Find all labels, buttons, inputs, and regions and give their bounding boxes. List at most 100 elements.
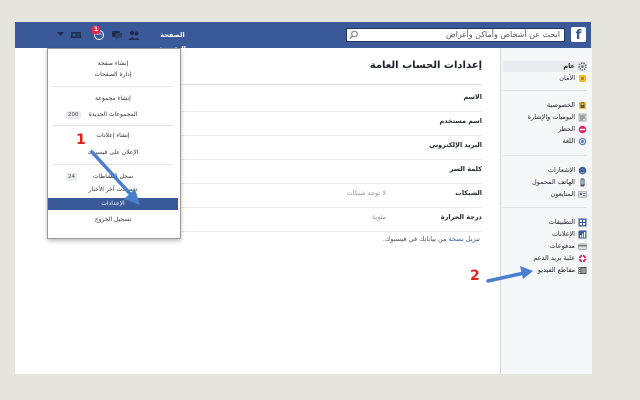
menu-item-label: إنشاء مجموعة: [95, 95, 131, 102]
sidebar-item-ads[interactable]: الإعلانات: [503, 229, 587, 240]
sidebar-item-security[interactable]: الأمان: [503, 73, 587, 84]
menu-item-label: الإعلان على فيسبوك: [87, 149, 139, 156]
row-label: الاسم: [463, 93, 482, 101]
download-copy-suffix: من بياناتك في فيسبوك.: [382, 235, 447, 243]
settings-row-username[interactable]: اسم مستخدم: [181, 111, 482, 136]
security-badge-icon: [579, 75, 586, 82]
menu-item-manage-pages[interactable]: إدارة الصفحات: [47, 70, 179, 80]
menu-item-create-page[interactable]: إنشاء صفحة: [47, 59, 179, 69]
settings-row-networks[interactable]: الشبكات لا توجد شبكات: [181, 183, 482, 208]
menu-item-label: سجل النشاطات: [92, 173, 134, 180]
timeline-tagging-icon: [578, 113, 587, 122]
language-globe-icon: [578, 137, 587, 146]
annotation-step-1: 1: [76, 132, 86, 148]
row-value: مئوية: [371, 213, 386, 221]
settings-row-temperature[interactable]: درجة الحرارة مئوية: [181, 207, 482, 232]
sidebar-item-label: مدفوعات: [549, 242, 575, 250]
row-value: لا توجد شبكات: [346, 189, 386, 197]
apps-icon: [578, 218, 587, 227]
menu-item-create-ads[interactable]: إنشاء إعلانات: [47, 131, 179, 141]
sidebar-item-language[interactable]: اللغة: [503, 136, 587, 147]
sidebar-item-videos[interactable]: مقاطع الفيديو: [503, 265, 587, 276]
search-input[interactable]: ابحث عن أشخاص وأماكن وأغراض: [346, 28, 565, 42]
settings-row-password[interactable]: كلمة السر: [181, 159, 482, 184]
sidebar-divider: [503, 207, 587, 208]
settings-row-email[interactable]: البريد الإلكتروني: [181, 135, 482, 160]
friends-icon[interactable]: [128, 29, 140, 41]
sidebar-divider: [503, 155, 587, 156]
menu-divider: [53, 164, 173, 165]
sidebar-item-label: الإعلانات: [551, 230, 575, 238]
sidebar-item-privacy[interactable]: الخصوصية: [503, 100, 587, 111]
sidebar-item-label: اللغة: [562, 137, 575, 145]
mobile-icon: [580, 178, 585, 187]
menu-item-label: تفضيلات آخر الأخبار: [88, 186, 138, 193]
gear-icon: [578, 62, 587, 71]
blocking-icon: [578, 125, 587, 134]
download-copy-link[interactable]: تنزيل نسخة: [449, 235, 480, 243]
menu-item-label: المجموعات الجديدة: [88, 111, 138, 118]
menu-item-label: إدارة الصفحات: [94, 71, 132, 78]
menu-item-label: إنشاء إعلانات: [96, 132, 130, 139]
sidebar-item-label: الخصوصية: [547, 101, 575, 109]
sidebar-item-support-inbox[interactable]: علبة بريد الدعم: [503, 253, 587, 264]
title-divider: [181, 84, 482, 85]
sidebar-item-label: علبة بريد الدعم: [533, 254, 575, 262]
count-badge: 200: [66, 111, 81, 119]
row-label: اسم مستخدم: [439, 117, 482, 125]
row-label: البريد الإلكتروني: [429, 141, 482, 149]
sidebar-item-label: المتابعون: [550, 190, 575, 198]
menu-item-news-feed-preferences[interactable]: تفضيلات آخر الأخبار: [47, 185, 179, 195]
sidebar-item-blocking[interactable]: الحظر: [503, 124, 587, 135]
menu-item-advertise-on-facebook[interactable]: الإعلان على فيسبوك: [47, 148, 179, 158]
notifications-globe-icon: [578, 166, 587, 175]
privacy-lock-icon: [579, 102, 586, 109]
sidebar-item-label: اليوميات والإشارة: [527, 113, 575, 121]
support-inbox-icon: [578, 254, 587, 263]
ads-icon: [578, 230, 587, 239]
sidebar-item-label: الهاتف المحمول: [532, 178, 575, 186]
menu-item-label: إنشاء صفحة: [97, 60, 129, 67]
page-title: إعدادات الحساب العامة: [369, 60, 482, 71]
messages-icon[interactable]: [111, 29, 123, 41]
sidebar-item-label: الأمان: [559, 74, 575, 82]
download-data-text: تنزيل نسخة من بياناتك في فيسبوك.: [300, 235, 480, 243]
settings-sidebar: [500, 48, 592, 374]
menu-item-log-out[interactable]: تسجيل الخروج: [47, 215, 179, 225]
settings-row-name[interactable]: الاسم: [181, 87, 482, 112]
sidebar-item-notifications[interactable]: الإشعارات: [503, 165, 587, 176]
menu-item-create-group[interactable]: إنشاء مجموعة: [47, 94, 179, 104]
account-menu-chevron-icon[interactable]: [57, 31, 64, 37]
sidebar-item-general[interactable]: عام: [503, 61, 587, 72]
menu-item-activity-log[interactable]: سجل النشاطات 24: [47, 172, 179, 182]
sidebar-item-timeline-tagging[interactable]: اليوميات والإشارة: [503, 112, 587, 123]
videos-icon: [578, 267, 587, 274]
sidebar-item-apps[interactable]: التطبيقات: [503, 217, 587, 228]
sidebar-item-label: مقاطع الفيديو: [537, 266, 575, 274]
menu-item-label: الإعدادات: [101, 200, 125, 207]
home-link[interactable]: الصفحة الرئيسية: [150, 28, 195, 53]
menu-divider: [53, 86, 173, 87]
sidebar-item-label: الحظر: [558, 125, 575, 133]
menu-item-label: تسجيل الخروج: [94, 216, 132, 223]
menu-item-settings[interactable]: الإعدادات: [48, 198, 178, 210]
annotation-step-2: 2: [470, 268, 480, 284]
followers-icon: [578, 191, 587, 198]
sidebar-item-payments[interactable]: مدفوعات: [503, 241, 587, 252]
payments-icon: [578, 243, 587, 250]
search-icon[interactable]: [349, 30, 359, 40]
sidebar-item-label: الإشعارات: [547, 166, 575, 174]
sidebar-item-followers[interactable]: المتابعون: [503, 189, 587, 200]
row-label: الشبكات: [455, 189, 482, 197]
notification-count-badge: 1: [92, 26, 100, 34]
sidebar-divider: [503, 90, 587, 91]
row-label: كلمة السر: [449, 165, 482, 173]
facebook-logo[interactable]: f: [571, 27, 586, 42]
sidebar-item-label: عام: [563, 62, 575, 70]
row-label: درجة الحرارة: [440, 213, 482, 221]
privacy-shortcuts-icon[interactable]: [70, 29, 82, 41]
sidebar-item-mobile[interactable]: الهاتف المحمول: [503, 177, 587, 188]
menu-item-new-groups[interactable]: المجموعات الجديدة 200: [47, 110, 179, 120]
count-badge: 24: [66, 173, 77, 181]
sidebar-item-label: التطبيقات: [548, 218, 575, 226]
